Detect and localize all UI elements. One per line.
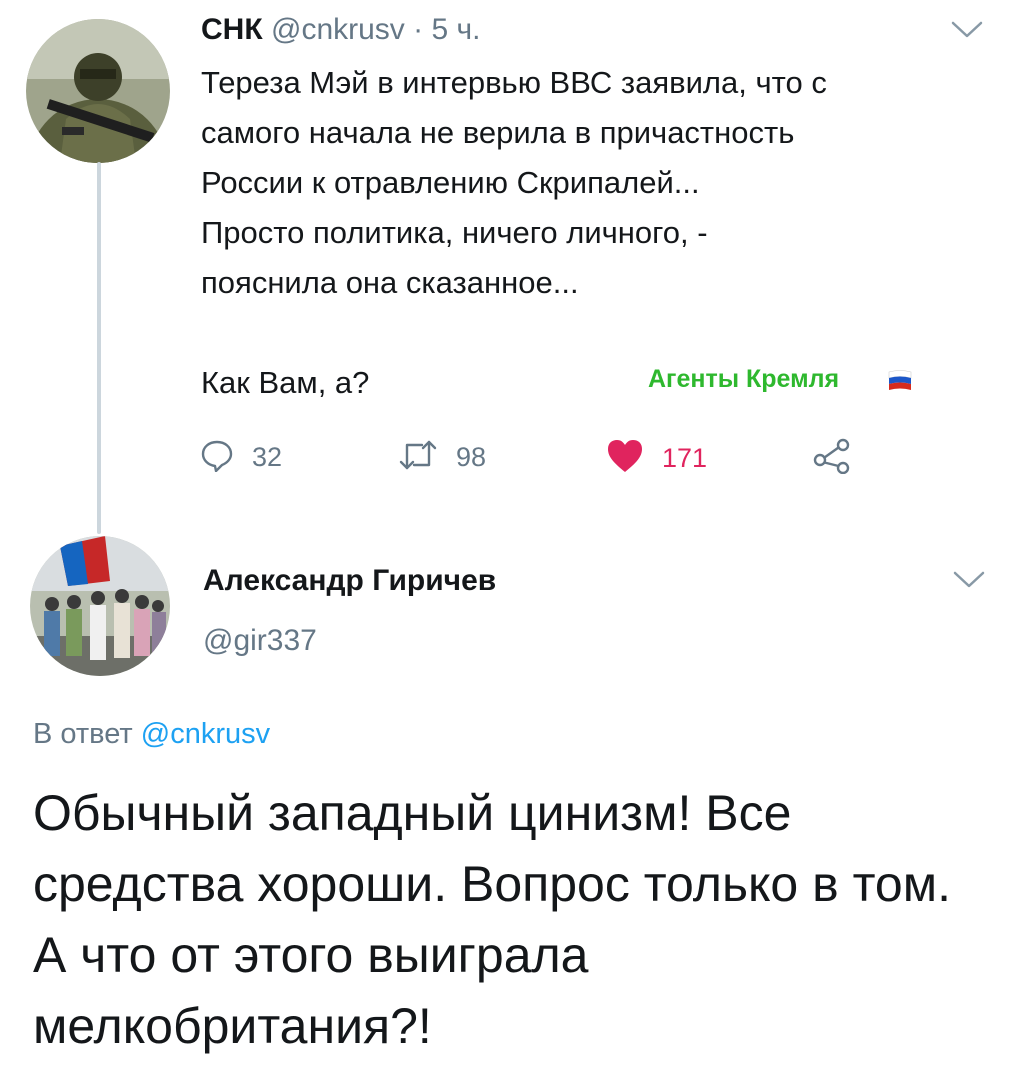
like-count: 171 — [662, 443, 708, 473]
tweet-text-line: России к отравлению Скрипалей... — [201, 165, 700, 200]
tweet-header: СНК @cnkrusv · 5 ч. — [201, 12, 480, 48]
soldier-avatar-image — [26, 19, 170, 163]
russian-flag-icon — [888, 369, 912, 396]
author-name[interactable]: СНК — [201, 13, 263, 46]
author-handle[interactable]: @gir337 — [203, 624, 317, 658]
speech-bubble-icon — [200, 438, 234, 477]
tweet-actions: 32 98 171 — [0, 438, 1014, 482]
reply-count: 32 — [252, 442, 283, 472]
chevron-down-icon[interactable] — [952, 570, 986, 595]
watermark-text: Агенты Кремля — [648, 365, 840, 393]
replying-label: В ответ — [33, 718, 133, 750]
author-name[interactable]: Александр Гиричев — [203, 564, 496, 598]
avatar[interactable] — [26, 19, 170, 163]
chevron-down-icon[interactable] — [950, 20, 984, 45]
separator-dot: · — [413, 13, 424, 46]
share-button[interactable] — [812, 438, 852, 479]
author-handle[interactable]: @cnkrusv — [271, 13, 405, 46]
retweet-button[interactable]: 98 — [398, 438, 486, 477]
like-button[interactable]: 171 — [606, 438, 707, 479]
tweet-text-line: Как Вам, а? — [201, 365, 370, 400]
heart-filled-icon — [606, 438, 644, 479]
tweet-text-line: Просто политика, ничего личного, - — [201, 215, 708, 250]
tweet-text-line: пояснила она сказанное... — [201, 265, 579, 300]
avatar[interactable] — [30, 536, 170, 676]
tweet-text-line: самого начала не верила в причастность — [201, 115, 795, 150]
reply-button[interactable]: 32 — [200, 438, 282, 477]
tweet-text: Обычный западный цинизм! Все средства хо… — [33, 785, 951, 1054]
tweet-text: Тереза Мэй в интервью ВВС заявила, что с… — [201, 58, 991, 408]
group-photo-avatar-image — [30, 536, 170, 676]
retweet-icon — [398, 438, 438, 477]
mention-link[interactable]: @cnkrusv — [141, 718, 270, 750]
share-icon — [812, 438, 852, 479]
retweet-count: 98 — [456, 442, 487, 472]
tweet-text-line: Тереза Мэй в интервью ВВС заявила, что с — [201, 65, 827, 100]
replying-to: В ответ @cnkrusv — [33, 718, 270, 751]
timestamp[interactable]: 5 ч. — [432, 13, 481, 46]
